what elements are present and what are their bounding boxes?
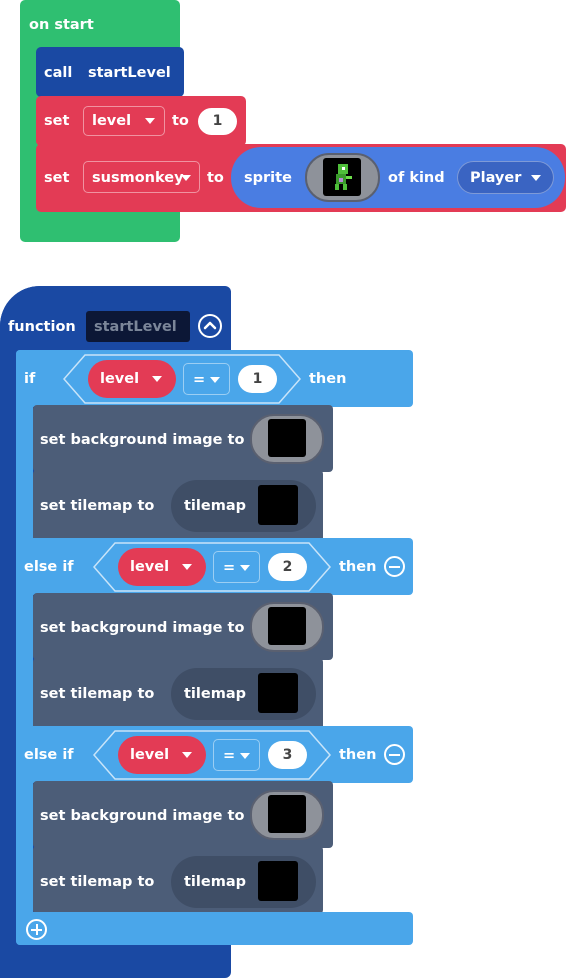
to-keyword: to bbox=[172, 113, 189, 129]
chevron-down-icon bbox=[181, 175, 191, 181]
chevron-down-icon bbox=[210, 377, 220, 383]
tilemap-label: tilemap bbox=[184, 686, 246, 702]
level-variable-pill[interactable]: level bbox=[118, 548, 206, 586]
on-start-label: on start bbox=[29, 17, 94, 33]
level-variable-label: level bbox=[100, 371, 140, 387]
level-variable-pill[interactable]: level bbox=[88, 360, 176, 398]
operator-dropdown[interactable]: = bbox=[183, 363, 230, 395]
minus-icon bbox=[389, 565, 400, 568]
set-tilemap-label: set tilemap to bbox=[40, 686, 155, 702]
background-image-thumbnail bbox=[268, 795, 306, 833]
compare-value-input[interactable]: 3 bbox=[268, 741, 307, 769]
plus-vertical-bar bbox=[35, 924, 38, 935]
susmonkey-variable-dropdown[interactable]: susmonkey bbox=[83, 161, 200, 193]
add-branch-icon[interactable] bbox=[26, 919, 47, 940]
set-background-label: set background image to bbox=[40, 432, 245, 448]
set-keyword: set bbox=[44, 113, 70, 129]
compare-value-text: 2 bbox=[282, 559, 293, 575]
susmonkey-variable-label: susmonkey bbox=[92, 170, 184, 186]
level-variable-label: level bbox=[130, 747, 170, 763]
chevron-down-icon bbox=[145, 118, 155, 124]
if-block-footer[interactable] bbox=[16, 912, 413, 945]
chevron-down-icon bbox=[531, 175, 541, 181]
if-left-rail bbox=[16, 350, 33, 945]
tilemap-label: tilemap bbox=[184, 498, 246, 514]
function-name-text: startLevel bbox=[94, 319, 177, 335]
monkey-sprite-icon bbox=[335, 164, 352, 190]
level-value-input[interactable]: 1 bbox=[198, 108, 237, 135]
set-tilemap-label: set tilemap to bbox=[40, 874, 155, 890]
chevron-down-icon bbox=[182, 752, 192, 758]
else-if-keyword: else if bbox=[24, 747, 74, 763]
level-value-text: 1 bbox=[212, 113, 223, 129]
level-variable-label: level bbox=[130, 559, 170, 575]
level-variable-dropdown[interactable]: level bbox=[83, 106, 165, 136]
operator-label: = bbox=[223, 560, 236, 576]
then-keyword: then bbox=[339, 559, 377, 575]
then-keyword: then bbox=[309, 371, 347, 387]
call-function-name: startLevel bbox=[88, 65, 171, 81]
operator-label: = bbox=[193, 372, 206, 388]
function-left-rail bbox=[0, 350, 16, 978]
background-image-thumbnail bbox=[268, 607, 306, 645]
else-if-keyword: else if bbox=[24, 559, 74, 575]
then-keyword: then bbox=[339, 747, 377, 763]
to-keyword-2: to bbox=[207, 170, 224, 186]
kind-dropdown[interactable]: Player bbox=[457, 161, 554, 194]
operator-dropdown[interactable]: = bbox=[213, 551, 260, 583]
set-tilemap-label: set tilemap to bbox=[40, 498, 155, 514]
remove-branch-icon[interactable] bbox=[384, 744, 405, 765]
sprite-keyword: sprite bbox=[244, 170, 292, 186]
compare-value-input[interactable]: 2 bbox=[268, 553, 307, 581]
call-keyword: call bbox=[44, 65, 73, 81]
compare-value-text: 1 bbox=[252, 371, 263, 387]
set-keyword-2: set bbox=[44, 170, 70, 186]
remove-branch-icon[interactable] bbox=[384, 556, 405, 577]
kind-label: Player bbox=[470, 170, 522, 186]
compare-value-text: 3 bbox=[282, 747, 293, 763]
function-keyword: function bbox=[8, 319, 76, 335]
of-kind-keyword: of kind bbox=[388, 170, 445, 186]
set-background-label: set background image to bbox=[40, 620, 245, 636]
chevron-down-icon bbox=[152, 376, 162, 382]
tilemap-thumbnail bbox=[258, 673, 298, 713]
operator-label: = bbox=[223, 748, 236, 764]
chevron-down-icon bbox=[240, 753, 250, 759]
tilemap-label: tilemap bbox=[184, 874, 246, 890]
chevron-up-icon bbox=[203, 321, 217, 330]
tilemap-thumbnail bbox=[258, 485, 298, 525]
level-variable-label: level bbox=[92, 113, 132, 129]
operator-dropdown[interactable]: = bbox=[213, 739, 260, 771]
set-background-label: set background image to bbox=[40, 808, 245, 824]
collapse-icon[interactable] bbox=[198, 314, 222, 338]
chevron-down-icon bbox=[240, 565, 250, 571]
minus-icon bbox=[389, 753, 400, 756]
compare-value-input[interactable]: 1 bbox=[238, 365, 277, 393]
chevron-down-icon bbox=[182, 564, 192, 570]
tilemap-thumbnail bbox=[258, 861, 298, 901]
level-variable-pill[interactable]: level bbox=[118, 736, 206, 774]
if-keyword: if bbox=[24, 371, 36, 387]
background-image-thumbnail bbox=[268, 419, 306, 457]
sprite-image bbox=[323, 158, 361, 196]
